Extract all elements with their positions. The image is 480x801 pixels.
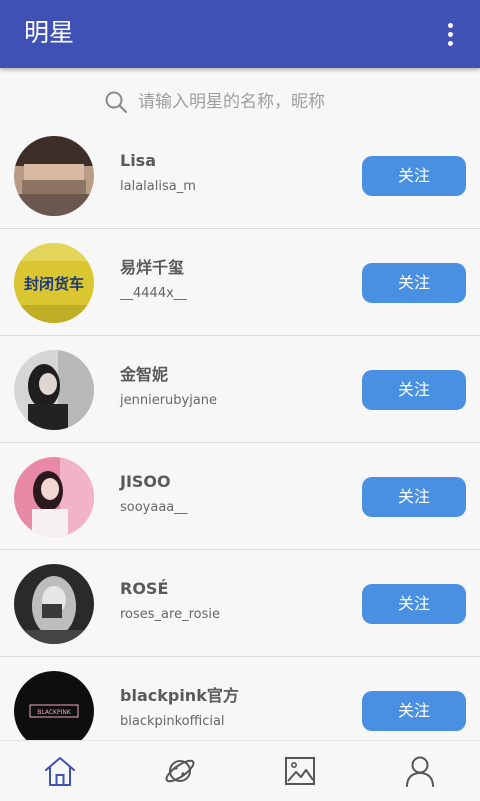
- nav-gallery[interactable]: [240, 741, 360, 801]
- star-row-jennie[interactable]: 金智妮 jennierubyjane 关注: [0, 336, 480, 443]
- star-name: ROSÉ: [120, 579, 169, 598]
- follow-button[interactable]: 关注: [362, 370, 466, 410]
- star-handle: lalalalisa_m: [120, 179, 196, 194]
- star-row-jisoo[interactable]: JISOO sooyaaa__ 关注: [0, 443, 480, 550]
- image-icon: [285, 757, 315, 785]
- star-name: JISOO: [120, 472, 171, 491]
- search-input[interactable]: [138, 86, 438, 118]
- star-handle: jennierubyjane: [120, 393, 218, 408]
- more-vert-icon[interactable]: [440, 18, 460, 50]
- star-row-yiyang[interactable]: 封闭货车 易烊千玺 __4444x__ 关注: [0, 229, 480, 336]
- follow-button[interactable]: 关注: [362, 156, 466, 196]
- bottom-navigation: [0, 740, 480, 800]
- planet-icon: [165, 759, 195, 783]
- follow-button[interactable]: 关注: [362, 477, 466, 517]
- star-name: 金智妮: [120, 365, 169, 384]
- star-handle: roses_are_rosie: [120, 607, 220, 622]
- star-handle: sooyaaa__: [120, 500, 188, 515]
- star-name: 易烊千玺: [120, 258, 185, 277]
- search-icon[interactable]: [104, 90, 128, 114]
- star-name: Lisa: [120, 151, 156, 170]
- star-handle: __4444x__: [120, 286, 187, 301]
- follow-button[interactable]: 关注: [362, 263, 466, 303]
- nav-profile[interactable]: [360, 741, 480, 801]
- avatar[interactable]: [14, 350, 94, 430]
- star-row-blackpink[interactable]: BLACKPINK blackpink官方 blackpinkofficial …: [0, 657, 480, 740]
- avatar[interactable]: [14, 564, 94, 644]
- avatar[interactable]: [14, 457, 94, 537]
- avatar[interactable]: [14, 136, 94, 216]
- avatar-logo-text: BLACKPINK: [37, 709, 72, 716]
- follow-button[interactable]: 关注: [362, 584, 466, 624]
- avatar-sign-text: 封闭货车: [24, 275, 84, 293]
- follow-button[interactable]: 关注: [362, 691, 466, 731]
- star-list: Lisa lalalalisa_m 关注 封闭货车 易烊千玺 __4444x__…: [0, 122, 480, 740]
- app-bar: 明星: [0, 0, 480, 68]
- nav-discover[interactable]: [120, 741, 240, 801]
- star-row-rose[interactable]: ROSÉ roses_are_rosie 关注: [0, 550, 480, 657]
- home-icon: [45, 757, 75, 786]
- page-title: 明星: [24, 18, 75, 47]
- star-row-lisa[interactable]: Lisa lalalalisa_m 关注: [0, 122, 480, 229]
- avatar[interactable]: BLACKPINK: [14, 671, 94, 740]
- profile-icon: [406, 756, 434, 787]
- star-handle: blackpinkofficial: [120, 714, 225, 729]
- nav-home[interactable]: [0, 741, 120, 801]
- star-name: blackpink官方: [120, 686, 239, 705]
- avatar[interactable]: 封闭货车: [14, 243, 94, 323]
